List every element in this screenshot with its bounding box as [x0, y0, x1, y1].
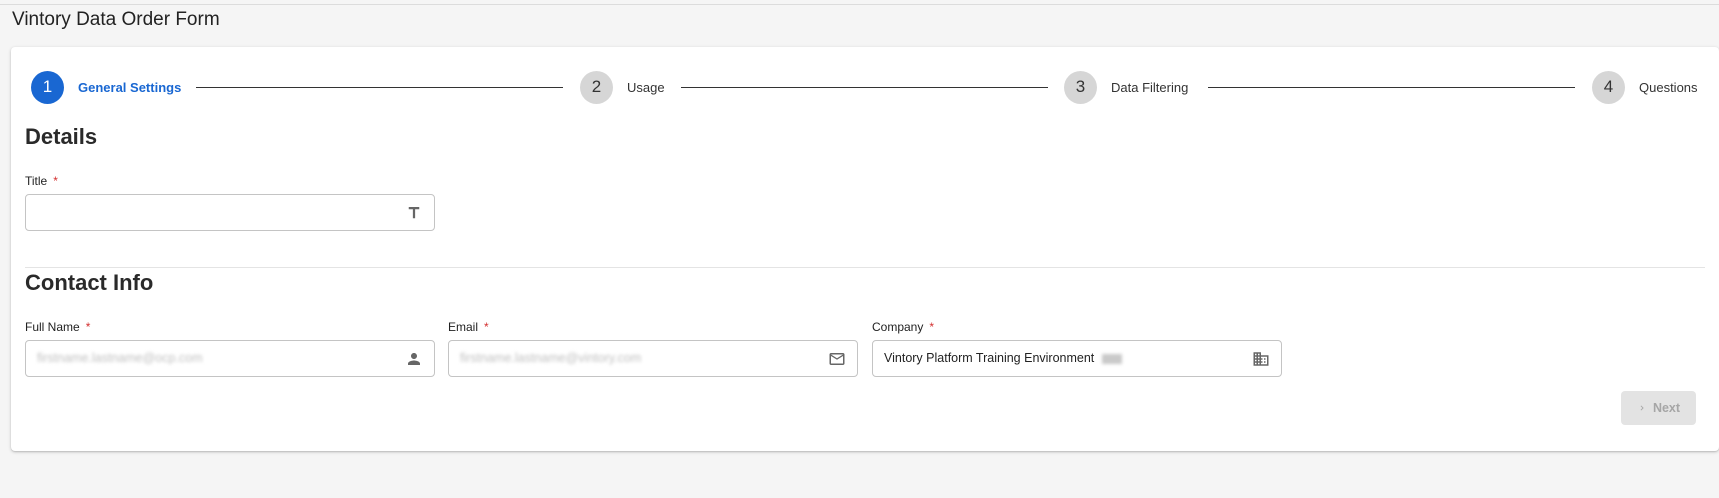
step-number: 3 — [1064, 70, 1097, 104]
title-input[interactable] — [25, 194, 435, 231]
required-mark: * — [929, 320, 935, 334]
step-number: 4 — [1592, 70, 1625, 104]
next-button[interactable]: Next — [1621, 391, 1696, 425]
email-value: firstname.lastname@vintory.com — [460, 351, 642, 365]
step-questions[interactable]: 4 Questions — [1592, 70, 1698, 104]
company-value-wrap: Vintory Platform Training Environment — [884, 351, 1123, 365]
form-card — [11, 47, 1719, 451]
step-data-filtering[interactable]: 3 Data Filtering — [1064, 70, 1188, 104]
chevron-right-icon — [1640, 405, 1644, 411]
company-label-text: Company — [872, 320, 924, 334]
details-heading: Details — [25, 124, 98, 149]
full-name-label: Full Name * — [25, 320, 90, 334]
redacted-suffix — [1102, 353, 1123, 364]
next-label: Next — [1652, 401, 1681, 415]
step-label: Usage — [627, 79, 665, 95]
step-connector — [681, 87, 1048, 88]
step-label: Data Filtering — [1111, 79, 1189, 95]
company-label: Company * — [872, 320, 934, 334]
person-icon — [408, 353, 420, 365]
full-name-value: firstname.lastname@ocp.com — [37, 351, 203, 365]
required-mark: * — [53, 174, 58, 188]
full-name-input[interactable]: firstname.lastname@ocp.com — [25, 340, 435, 377]
mail-icon — [829, 353, 845, 365]
title-label-text: Title — [25, 174, 48, 188]
email-input[interactable]: firstname.lastname@vintory.com — [448, 340, 858, 377]
section-divider — [25, 267, 1705, 268]
page-title: Vintory Data Order Form — [12, 9, 220, 30]
text-format-icon — [408, 207, 420, 219]
full-name-label-text: Full Name — [25, 320, 80, 334]
step-label: General Settings — [78, 79, 182, 95]
step-number: 1 — [31, 70, 64, 104]
title-label: Title * — [25, 174, 58, 188]
step-number: 2 — [580, 70, 613, 104]
step-usage[interactable]: 2 Usage — [580, 70, 665, 104]
company-value: Vintory Platform Training Environment — [884, 351, 1095, 365]
building-icon — [1253, 352, 1269, 366]
step-connector — [1208, 87, 1575, 88]
required-mark: * — [484, 320, 489, 334]
email-label: Email * — [448, 320, 489, 334]
step-connector — [196, 87, 563, 88]
contact-heading: Contact Info — [25, 270, 154, 295]
required-mark: * — [85, 320, 91, 334]
email-label-text: Email — [448, 320, 479, 334]
step-label: Questions — [1639, 79, 1698, 95]
company-input[interactable]: Vintory Platform Training Environment — [872, 340, 1282, 377]
top-border — [0, 4, 1719, 5]
step-general-settings[interactable]: 1 General Settings — [31, 70, 181, 104]
